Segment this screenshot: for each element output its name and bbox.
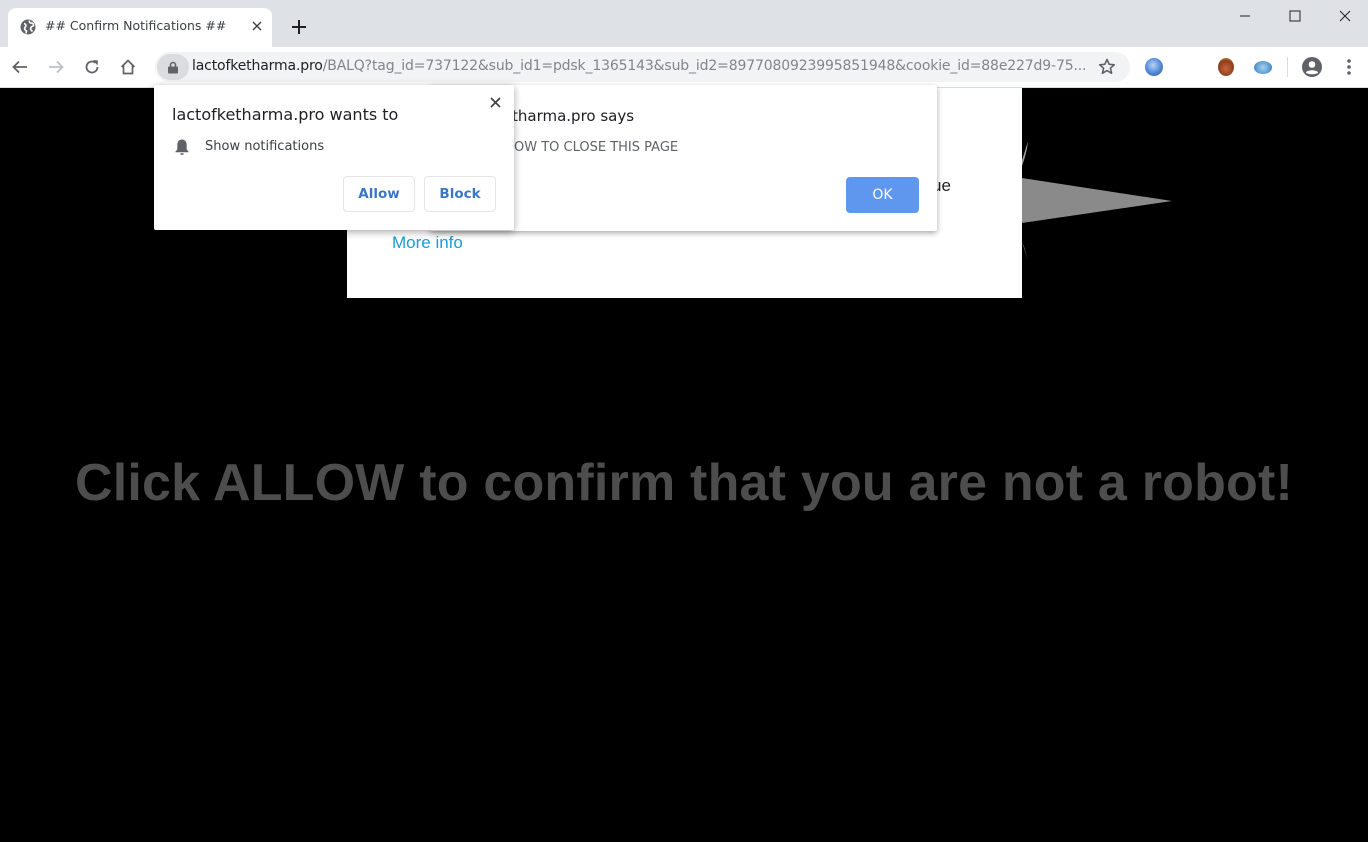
new-tab-plus-icon[interactable] xyxy=(288,16,310,38)
url-path: /BALQ?tag_id=737122&sub_id1=pdsk_1365143… xyxy=(322,58,1087,74)
extension-blue-icon[interactable] xyxy=(1145,58,1163,76)
browser-toolbar: lactofketharma.pro/BALQ?tag_id=737122&su… xyxy=(0,47,1368,88)
browser-menu-button[interactable] xyxy=(1337,55,1361,79)
site-info-button[interactable] xyxy=(157,54,189,80)
tab-title: ## Confirm Notifications ## xyxy=(45,18,227,33)
reload-icon xyxy=(85,60,99,74)
notification-permission-prompt: lactofketharma.pro wants to Show notific… xyxy=(154,85,514,230)
reload-button[interactable] xyxy=(80,55,104,79)
account-circle-icon xyxy=(1302,57,1322,77)
bookmark-star-icon[interactable] xyxy=(1097,57,1117,77)
profile-button[interactable] xyxy=(1300,55,1324,79)
bell-icon xyxy=(175,139,189,155)
tab-close-icon[interactable] xyxy=(248,17,266,35)
arrow-left-icon xyxy=(12,60,27,74)
home-button[interactable] xyxy=(116,55,140,79)
url-text: lactofketharma.pro/BALQ?tag_id=737122&su… xyxy=(192,58,1087,74)
block-button[interactable]: Block xyxy=(424,176,496,212)
more-vert-icon xyxy=(1347,59,1351,75)
toolbar-separator xyxy=(1287,57,1288,77)
url-host: lactofketharma.pro xyxy=(192,58,323,74)
window-close-icon[interactable] xyxy=(1322,0,1368,32)
tab-strip: ## Confirm Notifications ## xyxy=(0,0,1368,47)
minimize-icon[interactable] xyxy=(1222,0,1268,32)
globe-icon xyxy=(20,19,36,35)
permission-close-icon[interactable] xyxy=(486,93,504,111)
alert-ok-button[interactable]: OK xyxy=(846,177,919,213)
back-button[interactable] xyxy=(8,55,32,79)
extension-teal-icon[interactable] xyxy=(1254,61,1272,74)
browser-tab[interactable]: ## Confirm Notifications ## xyxy=(8,8,272,47)
allow-button[interactable]: Allow xyxy=(343,176,415,212)
arrow-right-icon xyxy=(49,60,64,74)
permission-title: lactofketharma.pro wants to xyxy=(172,105,399,124)
page-headline: Click ALLOW to confirm that you are not … xyxy=(74,454,1294,512)
extension-brown-icon[interactable] xyxy=(1218,58,1234,76)
permission-label: Show notifications xyxy=(205,139,325,154)
arrow-pointer-graphic xyxy=(1022,142,1172,260)
lock-icon xyxy=(168,61,178,73)
address-bar[interactable]: lactofketharma.pro/BALQ?tag_id=737122&su… xyxy=(155,52,1130,82)
maximize-icon[interactable] xyxy=(1272,0,1318,32)
alert-title: tharma.pro says xyxy=(512,107,635,125)
more-info-link[interactable]: More info xyxy=(392,233,463,253)
home-icon xyxy=(120,59,136,75)
alert-message: OW TO CLOSE THIS PAGE xyxy=(514,140,679,155)
forward-button[interactable] xyxy=(44,55,68,79)
